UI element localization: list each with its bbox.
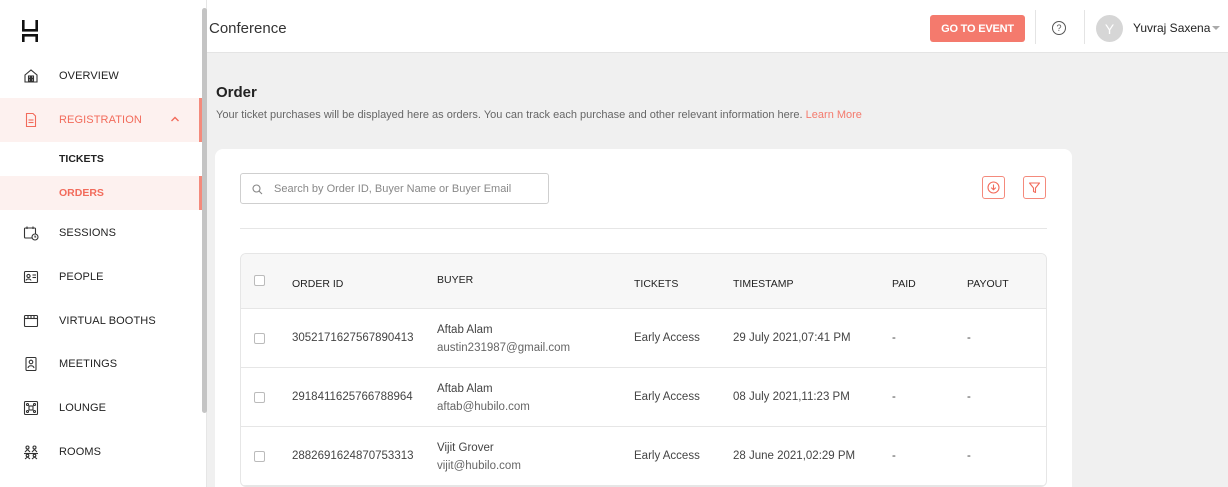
timestamp: 08 July 2021,11:23 PM bbox=[733, 391, 850, 403]
ticket-type: Early Access bbox=[634, 332, 700, 344]
chevron-up-icon[interactable] bbox=[170, 114, 180, 124]
sidebar-item-label: SESSIONS bbox=[59, 227, 117, 239]
rooms-icon bbox=[23, 444, 39, 460]
search-icon bbox=[252, 184, 263, 195]
sidebar-item-label: LOUNGE bbox=[59, 402, 107, 414]
sidebar-subitem-tickets[interactable]: TICKETS bbox=[0, 142, 202, 176]
column-header-timestamp[interactable]: TIMESTAMP bbox=[733, 278, 793, 290]
column-header-order-id[interactable]: ORDER ID bbox=[292, 278, 343, 290]
buyer-email: vijit@hubilo.com bbox=[437, 460, 521, 472]
people-icon bbox=[23, 269, 39, 285]
sessions-icon bbox=[23, 225, 39, 241]
ticket-type: Early Access bbox=[634, 391, 700, 403]
payout-value: - bbox=[967, 332, 971, 344]
buyer-name: Vijit Grover bbox=[437, 442, 494, 454]
filter-button[interactable] bbox=[1023, 176, 1046, 199]
go-to-event-button[interactable]: GO TO EVENT bbox=[930, 15, 1025, 42]
download-button[interactable] bbox=[982, 176, 1005, 199]
sidebar-item-sessions[interactable]: SESSIONS bbox=[0, 211, 202, 255]
timestamp: 29 July 2021,07:41 PM bbox=[733, 332, 851, 344]
table-row[interactable]: 3052171627567890413 Aftab Alam austin231… bbox=[241, 309, 1046, 368]
header-divider bbox=[1084, 10, 1085, 44]
hubilo-logo[interactable] bbox=[22, 20, 38, 42]
filter-icon bbox=[1028, 182, 1041, 194]
row-checkbox[interactable] bbox=[254, 392, 265, 403]
timestamp: 28 June 2021,02:29 PM bbox=[733, 450, 856, 462]
header-divider bbox=[1035, 10, 1036, 44]
row-checkbox[interactable] bbox=[254, 333, 265, 344]
orders-table: ORDER ID BUYER TICKETS TIMESTAMP PAID PA… bbox=[240, 253, 1047, 487]
sidebar-item-meetings[interactable]: MEETINGS bbox=[0, 342, 202, 386]
order-id: 3052171627567890413 bbox=[292, 332, 414, 344]
table-row[interactable]: 2918411625766788964 Aftab Alam aftab@hub… bbox=[241, 368, 1046, 427]
top-header: Conference GO TO EVENT ? Y Yuvraj Saxena bbox=[207, 0, 1228, 53]
description-text: Your ticket purchases will be displayed … bbox=[216, 109, 803, 121]
sidebar-item-lounge[interactable]: LOUNGE bbox=[0, 386, 202, 430]
search-input[interactable] bbox=[274, 180, 542, 198]
paid-value: - bbox=[892, 450, 896, 462]
sidebar-item-label: VIRTUAL BOOTHS bbox=[59, 315, 156, 327]
sidebar-subitem-label: ORDERS bbox=[59, 187, 104, 199]
order-id: 2882691624870753313 bbox=[292, 450, 414, 462]
order-id: 2918411625766788964 bbox=[292, 391, 413, 403]
row-checkbox[interactable] bbox=[254, 451, 265, 462]
payout-value: - bbox=[967, 391, 971, 403]
event-title: Conference bbox=[209, 20, 287, 37]
help-icon[interactable]: ? bbox=[1052, 21, 1066, 35]
overview-icon bbox=[23, 68, 39, 84]
sidebar-subitem-orders[interactable]: ORDERS bbox=[0, 176, 202, 210]
column-header-tickets[interactable]: TICKETS bbox=[634, 278, 678, 290]
sidebar-item-label: MEETINGS bbox=[59, 358, 118, 370]
table-row[interactable]: 2882691624870753313 Vijit Grover vijit@h… bbox=[241, 427, 1046, 486]
lounge-icon bbox=[23, 400, 39, 416]
learn-more-link[interactable]: Learn More bbox=[806, 109, 862, 121]
sidebar-scrollbar[interactable] bbox=[202, 8, 207, 413]
buyer-name: Aftab Alam bbox=[437, 324, 493, 336]
paid-value: - bbox=[892, 391, 896, 403]
sidebar-item-label: OVERVIEW bbox=[59, 70, 119, 82]
buyer-email: aftab@hubilo.com bbox=[437, 401, 530, 413]
caret-down-icon[interactable] bbox=[1212, 26, 1220, 30]
table-header: ORDER ID BUYER TICKETS TIMESTAMP PAID PA… bbox=[241, 254, 1046, 309]
sidebar-item-label: ROOMS bbox=[59, 446, 102, 458]
buyer-name: Aftab Alam bbox=[437, 383, 493, 395]
sidebar-item-label: PEOPLE bbox=[59, 271, 104, 283]
sidebar: OVERVIEW REGISTRATION TICKETS ORDERS SES… bbox=[0, 0, 207, 487]
sidebar-item-registration[interactable]: REGISTRATION bbox=[0, 98, 202, 142]
sidebar-subitem-label: TICKETS bbox=[59, 153, 104, 165]
sidebar-item-people[interactable]: PEOPLE bbox=[0, 255, 202, 299]
column-header-buyer[interactable]: BUYER bbox=[437, 274, 473, 286]
avatar[interactable]: Y bbox=[1096, 15, 1123, 42]
search-box[interactable] bbox=[240, 173, 549, 204]
user-name[interactable]: Yuvraj Saxena bbox=[1133, 21, 1210, 35]
page-description: Your ticket purchases will be displayed … bbox=[216, 109, 862, 121]
sidebar-item-overview[interactable]: OVERVIEW bbox=[0, 54, 202, 98]
column-header-paid[interactable]: PAID bbox=[892, 278, 916, 290]
download-icon bbox=[987, 181, 1000, 194]
meetings-icon bbox=[23, 356, 39, 372]
registration-icon bbox=[23, 112, 39, 128]
paid-value: - bbox=[892, 332, 896, 344]
sidebar-item-rooms[interactable]: ROOMS bbox=[0, 430, 202, 474]
ticket-type: Early Access bbox=[634, 450, 700, 462]
sidebar-item-virtual-booths[interactable]: VIRTUAL BOOTHS bbox=[0, 299, 202, 343]
column-header-payout[interactable]: PAYOUT bbox=[967, 278, 1009, 290]
payout-value: - bbox=[967, 450, 971, 462]
virtual-booths-icon bbox=[23, 313, 39, 329]
orders-card: ORDER ID BUYER TICKETS TIMESTAMP PAID PA… bbox=[215, 149, 1072, 487]
card-divider bbox=[240, 228, 1047, 229]
page-title: Order bbox=[216, 84, 257, 101]
select-all-checkbox[interactable] bbox=[254, 275, 265, 286]
sidebar-item-label: REGISTRATION bbox=[59, 114, 142, 126]
buyer-email: austin231987@gmail.com bbox=[437, 342, 571, 354]
